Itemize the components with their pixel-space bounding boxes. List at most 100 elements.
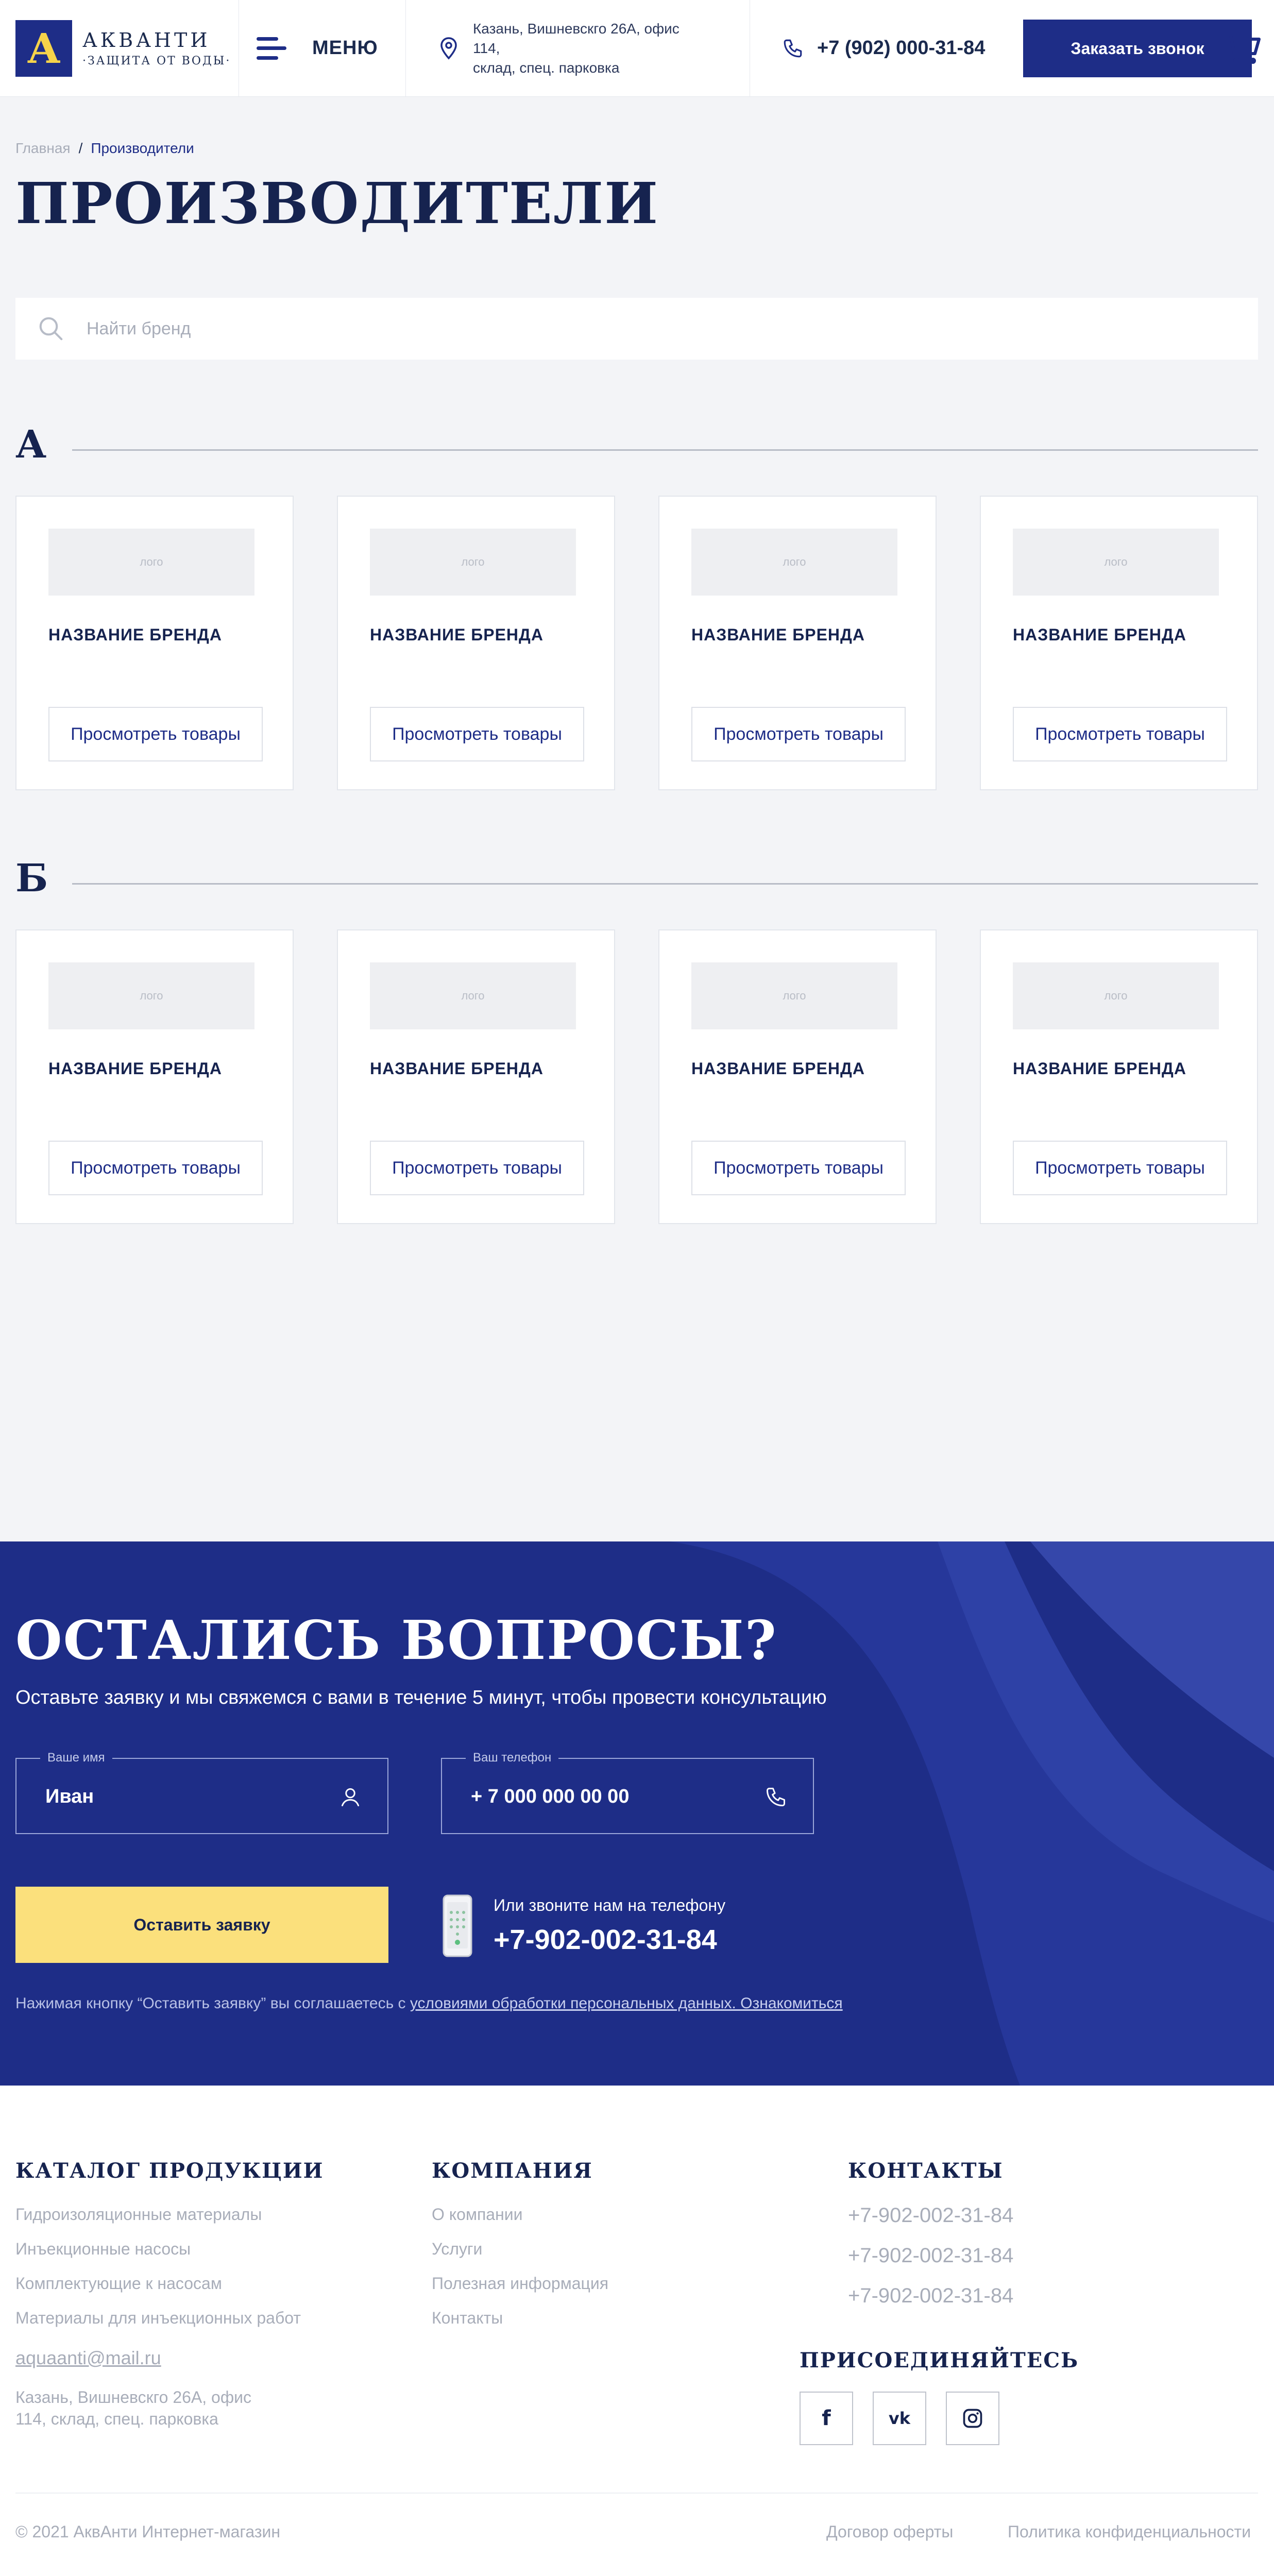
brand-name: НАЗВАНИЕ БРЕНДА [691,1059,865,1078]
facebook-link[interactable]: f [800,2392,853,2445]
brand-name: НАЗВАНИЕ БРЕНДА [1013,1059,1186,1078]
questions-subtitle: Оставьте заявку и мы свяжемся с вами в т… [15,1687,827,1708]
search-icon [39,317,63,341]
footer-email-link[interactable]: aquaanti@mail.ru [15,2347,161,2369]
brand-name: НАЗВАНИЕ БРЕНДА [370,1059,543,1078]
view-products-button[interactable]: Просмотреть товары [1013,1141,1227,1195]
footer-phone-link[interactable]: +7-902-002-31-84 [848,2204,1013,2227]
letter-heading-b: Б [15,856,48,901]
logo-text: АКВАНТИ ·ЗАЩИТА ОТ ВОДЫ· [82,29,231,67]
view-products-button[interactable]: Просмотреть товары [691,1141,906,1195]
consent-prefix: Нажимая кнопку “Оставить заявку” вы согл… [15,1995,410,2012]
company-title: КОМПАНИЯ [432,2159,593,2183]
brand-logo-placeholder: лого [1013,962,1219,1029]
logo-title: АКВАНТИ [82,29,211,52]
brand-name: НАЗВАНИЕ БРЕНДА [48,625,222,644]
footer-company-link[interactable]: Полезная информация [432,2274,608,2293]
footer-catalog-link[interactable]: Гидроизоляционные материалы [15,2205,262,2224]
logo[interactable]: A АКВАНТИ ·ЗАЩИТА ОТ ВОДЫ· [0,0,239,96]
mobile-phone-icon [443,1894,472,1957]
location-pin-icon [440,37,457,60]
footer-company-link[interactable]: Контакты [432,2309,503,2328]
view-products-button[interactable]: Просмотреть товары [370,1141,584,1195]
brand-logo-placeholder: лого [1013,529,1219,596]
view-products-button[interactable]: Просмотреть товары [48,707,263,761]
brand-name: НАЗВАНИЕ БРЕНДА [1013,625,1186,644]
footer-catalog-link[interactable]: Комплектующие к насосам [15,2274,222,2293]
brand-name: НАЗВАНИЕ БРЕНДА [691,625,865,644]
call-number[interactable]: +7-902-002-31-84 [494,1924,717,1956]
footer-divider [15,2493,1258,2494]
name-field[interactable]: Ваше имя Иван [15,1751,388,1834]
view-products-button[interactable]: Просмотреть товары [48,1141,263,1195]
facebook-icon: f [822,2406,831,2430]
brand-logo-placeholder: лого [370,962,576,1029]
view-products-button[interactable]: Просмотреть товары [1013,707,1227,761]
join-title: ПРИСОЕДИНЯЙТЕСЬ [800,2348,1079,2372]
brand-card: лого НАЗВАНИЕ БРЕНДА Просмотреть товары [337,929,615,1224]
user-icon [341,1788,360,1806]
brand-logo-placeholder: лого [691,529,897,596]
search-input[interactable] [87,318,1014,339]
catalog-title: КАТАЛОГ ПРОДУКЦИИ [15,2159,324,2183]
footer-company-link[interactable]: О компании [432,2205,522,2224]
view-products-button[interactable]: Просмотреть товары [370,707,584,761]
contacts-title: КОНТАКТЫ [848,2159,1004,2183]
address-text: Казань, Вишневскго 26А, офис 114, склад,… [473,20,680,76]
privacy-policy-link[interactable]: Политика конфиденциальности [1008,2522,1251,2541]
consent-text: Нажимая кнопку “Оставить заявку” вы согл… [15,1995,843,2012]
phone-field-label: Ваш телефон [466,1751,559,1765]
brand-card: лого НАЗВАНИЕ БРЕНДА Просмотреть товары [15,929,294,1224]
menu-button[interactable]: МЕНЮ [239,0,406,96]
view-products-button[interactable]: Просмотреть товары [691,707,906,761]
brand-logo-placeholder: лого [48,529,254,596]
footer-phone-link[interactable]: +7-902-002-31-84 [848,2284,1013,2308]
logo-subtitle: ·ЗАЩИТА ОТ ВОДЫ· [82,55,231,67]
brand-name: НАЗВАНИЕ БРЕНДА [370,625,543,644]
brand-card: лого НАЗВАНИЕ БРЕНДА Просмотреть товары [337,496,615,790]
submit-request-button[interactable]: Оставить заявку [15,1887,388,1963]
brand-logo-placeholder: лого [691,962,897,1029]
phone-icon [767,1788,785,1806]
logo-mark-icon: A [15,20,72,77]
vk-link[interactable]: vk [873,2392,926,2445]
call-hint: Или звоните нам на телефону [494,1896,726,1914]
cart-icon[interactable] [1222,30,1263,67]
breadcrumb-home[interactable]: Главная [15,140,71,156]
vk-icon: vk [888,2409,911,2428]
page-title: ПРОИЗВОДИТЕЛИ [15,170,659,236]
letter-heading-a: А [15,422,47,467]
menu-label: МЕНЮ [312,37,378,59]
brand-name: НАЗВАНИЕ БРЕНДА [48,1059,222,1078]
phone-field-value[interactable]: + 7 000 000 00 00 [471,1786,629,1808]
footer-catalog-link[interactable]: Инъекционные насосы [15,2240,191,2259]
questions-title: ОСТАЛИСЬ ВОПРОСЫ? [15,1608,777,1672]
brand-logo-placeholder: лого [370,529,576,596]
order-call-button[interactable]: Заказать звонок [1023,20,1252,77]
privacy-terms-link[interactable]: условиями обработки персональных данных.… [410,1995,843,2012]
hamburger-icon [257,37,286,60]
offer-link[interactable]: Договор оферты [826,2522,953,2541]
footer-catalog-link[interactable]: Материалы для инъекционных работ [15,2309,301,2328]
footer-address: Казань, Вишневскго 26А, офис 114, склад,… [15,2388,252,2428]
phone-field[interactable]: Ваш телефон + 7 000 000 00 00 [441,1751,814,1834]
breadcrumb: Главная / Производители [15,140,194,157]
brand-card: лого НАЗВАНИЕ БРЕНДА Просмотреть товары [980,929,1258,1224]
phone-icon [784,39,802,57]
header-phone[interactable]: +7 (902) 000-31-84 [750,0,1026,96]
brand-card: лого НАЗВАНИЕ БРЕНДА Просмотреть товары [15,496,294,790]
copyright: © 2021 АквАнти Интернет-магазин [15,2522,281,2541]
footer-company-link[interactable]: Услуги [432,2240,482,2259]
letter-divider [72,883,1258,885]
name-field-value[interactable]: Иван [45,1786,94,1808]
name-field-label: Ваше имя [40,1751,112,1765]
breadcrumb-current: Производители [91,140,194,156]
instagram-link[interactable] [946,2392,999,2445]
breadcrumb-separator: / [78,140,83,156]
footer-phone-link[interactable]: +7-902-002-31-84 [848,2244,1013,2267]
contact-form-section: ОСТАЛИСЬ ВОПРОСЫ? Оставьте заявку и мы с… [0,1541,1274,2086]
brand-card: лого НАЗВАНИЕ БРЕНДА Просмотреть товары [980,496,1258,790]
brand-search [15,298,1258,360]
brand-logo-placeholder: лого [48,962,254,1029]
brand-card: лого НАЗВАНИЕ БРЕНДА Просмотреть товары [658,496,937,790]
